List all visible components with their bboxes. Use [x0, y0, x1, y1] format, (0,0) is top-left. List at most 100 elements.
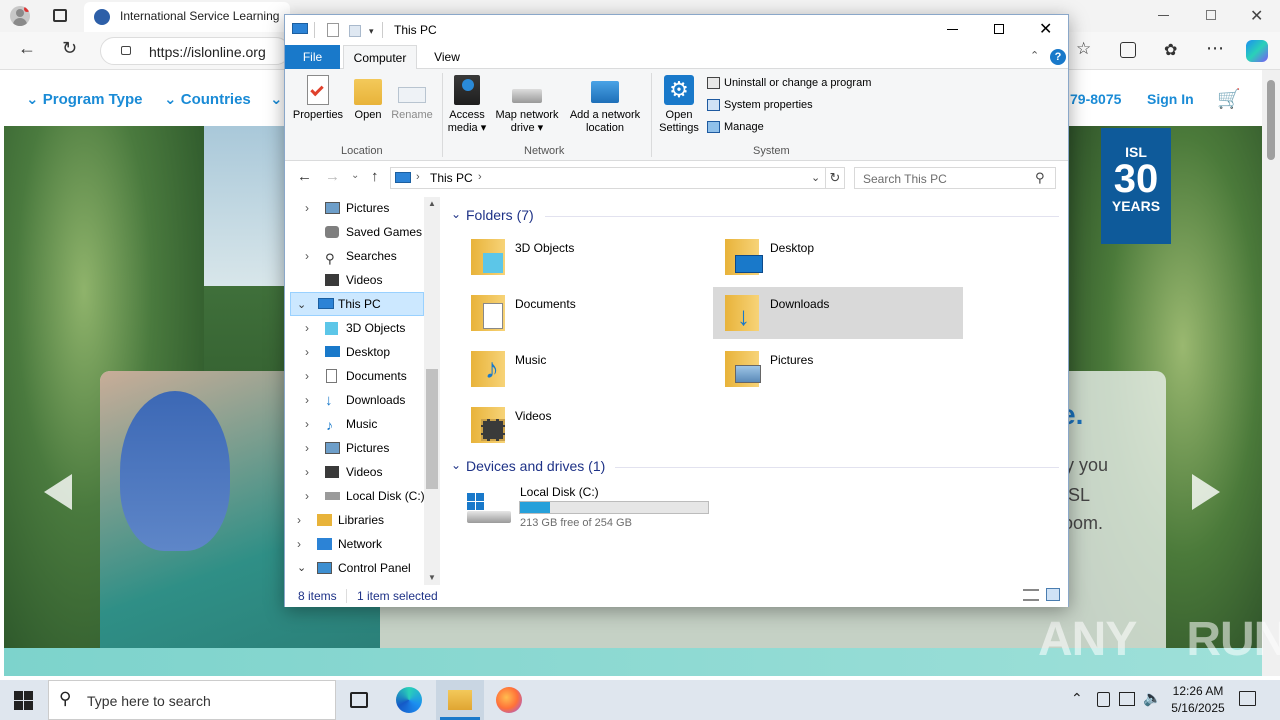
edge-taskbar-icon[interactable]: [396, 687, 422, 713]
folder-pictures[interactable]: Pictures: [723, 347, 963, 397]
drive-local-disk[interactable]: Local Disk (C:) 213 GB free of 254 GB: [463, 483, 723, 533]
address-bar[interactable]: https://islonline.org: [100, 37, 290, 65]
expand-chevron-icon[interactable]: ›: [305, 244, 309, 268]
window-maximize-icon[interactable]: [994, 24, 1004, 34]
devices-group-header[interactable]: ⌄ Devices and drives (1): [451, 458, 1061, 476]
manage-button[interactable]: Manage: [707, 121, 764, 134]
access-media-button[interactable]: Access media ▾: [445, 75, 489, 135]
tree-item-control-panel[interactable]: ⌄ Control Panel: [297, 556, 427, 580]
group-collapse-icon[interactable]: ⌄: [451, 207, 461, 221]
minimize-icon[interactable]: [1158, 15, 1169, 16]
navigation-scrollbar[interactable]: ▲ ▼: [424, 197, 440, 585]
folder-videos[interactable]: Videos: [469, 403, 709, 453]
chevron-down-icon[interactable]: ⌄: [270, 90, 283, 108]
uninstall-program-button[interactable]: Uninstall or change a program: [707, 77, 871, 90]
more-icon[interactable]: ⋯: [1206, 38, 1224, 59]
tab-computer[interactable]: Computer: [343, 45, 417, 70]
extensions-icon[interactable]: ✿: [1164, 40, 1177, 60]
carousel-prev-icon[interactable]: [44, 474, 72, 510]
task-view-icon[interactable]: [350, 692, 368, 708]
tab-file[interactable]: File: [285, 45, 340, 69]
clock[interactable]: 12:26 AM 5/16/2025: [1162, 683, 1234, 717]
properties-qa-icon[interactable]: [327, 23, 339, 37]
security-tray-icon[interactable]: [1097, 692, 1110, 707]
folder-downloads[interactable]: ↓ Downloads: [713, 287, 963, 339]
group-collapse-icon[interactable]: ⌄: [451, 458, 461, 472]
collapse-chevron-icon[interactable]: ⌄: [297, 556, 306, 580]
close-icon[interactable]: ✕: [1250, 6, 1263, 26]
tree-item-searches[interactable]: › ⚲ Searches: [305, 244, 425, 268]
back-icon[interactable]: ←: [18, 38, 36, 59]
ribbon-collapse-icon[interactable]: ⌃: [1030, 49, 1039, 62]
expand-chevron-icon[interactable]: ›: [305, 196, 309, 220]
expand-chevron-icon[interactable]: ›: [305, 388, 309, 412]
folder-music[interactable]: ♪ Music: [469, 347, 709, 397]
favorite-icon[interactable]: ☆: [1076, 39, 1091, 59]
restore-icon[interactable]: [1206, 10, 1216, 20]
address-dropdown-icon[interactable]: ⌄: [811, 171, 820, 184]
tree-item-saved-games[interactable]: Saved Games: [305, 220, 425, 244]
address-box[interactable]: › This PC › ⌄: [390, 167, 826, 189]
tree-item-videos[interactable]: Videos: [305, 268, 425, 292]
nav-forward-icon[interactable]: →: [325, 168, 340, 185]
tab-actions-icon[interactable]: [53, 9, 67, 22]
expand-chevron-icon[interactable]: ›: [305, 436, 309, 460]
network-tray-icon[interactable]: [1119, 692, 1135, 706]
nav-up-icon[interactable]: ↑: [371, 168, 379, 185]
tree-item-documents[interactable]: › Documents: [305, 364, 425, 388]
map-network-drive-button[interactable]: Map network drive ▾: [491, 75, 563, 135]
volume-tray-icon[interactable]: 🔈: [1143, 689, 1162, 707]
expand-chevron-icon[interactable]: ›: [305, 412, 309, 436]
folder-3d-objects[interactable]: 3D Objects: [469, 235, 709, 285]
expand-chevron-icon[interactable]: ›: [305, 316, 309, 340]
scroll-thumb[interactable]: [426, 369, 438, 489]
scroll-up-icon[interactable]: ▲: [428, 199, 436, 208]
tree-item-videos-pc[interactable]: › Videos: [305, 460, 425, 484]
nav-countries[interactable]: ⌄ Countries: [164, 90, 251, 108]
phone-number[interactable]: 79-8075: [1070, 91, 1121, 107]
breadcrumb-this-pc[interactable]: This PC: [430, 171, 473, 185]
explorer-taskbar-button[interactable]: [436, 680, 484, 720]
expand-chevron-icon[interactable]: ›: [305, 340, 309, 364]
tree-item-libraries[interactable]: › Libraries: [297, 508, 427, 532]
tree-item-downloads[interactable]: › ↓ Downloads: [305, 388, 425, 412]
window-minimize-icon[interactable]: [947, 29, 958, 30]
tree-item-desktop[interactable]: › Desktop: [305, 340, 425, 364]
tree-item-local-disk[interactable]: › Local Disk (C:): [305, 484, 430, 508]
copilot-icon[interactable]: [1246, 40, 1268, 62]
page-scrollbar[interactable]: [1262, 70, 1280, 676]
qa-dropdown-icon[interactable]: ▾: [369, 26, 374, 37]
new-folder-qa-icon[interactable]: [349, 25, 361, 37]
open-button[interactable]: Open: [349, 75, 387, 122]
folder-desktop[interactable]: Desktop: [723, 235, 963, 285]
folders-group-header[interactable]: ⌄ Folders (7): [451, 207, 1061, 225]
taskbar-search-box[interactable]: ⚲ Type here to search: [48, 680, 336, 720]
properties-button[interactable]: Properties: [290, 75, 346, 122]
add-network-location-button[interactable]: Add a network location: [565, 75, 645, 135]
open-settings-button[interactable]: ⚙ Open Settings: [655, 75, 703, 135]
collections-icon[interactable]: [1120, 42, 1136, 58]
browser-tab-active[interactable]: International Service Learning: [84, 2, 290, 32]
nav-program-type[interactable]: ⌄ Program Type: [26, 90, 143, 108]
scroll-down-icon[interactable]: ▼: [428, 573, 436, 582]
details-view-icon[interactable]: [1023, 589, 1039, 601]
tree-item-3d-objects[interactable]: › 3D Objects: [305, 316, 425, 340]
tab-view[interactable]: View: [425, 45, 469, 69]
recent-locations-icon[interactable]: ⌄: [351, 170, 359, 181]
carousel-next-icon[interactable]: [1192, 474, 1220, 510]
window-close-icon[interactable]: ✕: [1039, 19, 1052, 39]
expand-chevron-icon[interactable]: ›: [305, 364, 309, 388]
tree-item-this-pc[interactable]: ⌄ This PC: [290, 292, 424, 316]
expand-chevron-icon[interactable]: ›: [305, 460, 309, 484]
refresh-box[interactable]: ↻: [825, 167, 845, 189]
refresh-icon[interactable]: ↻: [62, 38, 77, 59]
system-properties-button[interactable]: System properties: [707, 99, 813, 112]
profile-avatar-icon[interactable]: [10, 6, 30, 26]
cart-icon[interactable]: 🛒: [1217, 87, 1241, 111]
tree-item-music[interactable]: › ♪ Music: [305, 412, 425, 436]
notifications-icon[interactable]: [1239, 691, 1256, 706]
tree-item-network[interactable]: › Network: [297, 532, 427, 556]
folder-documents[interactable]: Documents: [469, 291, 709, 341]
large-icons-view-icon[interactable]: [1046, 588, 1060, 601]
collapse-chevron-icon[interactable]: ⌄: [297, 293, 306, 317]
